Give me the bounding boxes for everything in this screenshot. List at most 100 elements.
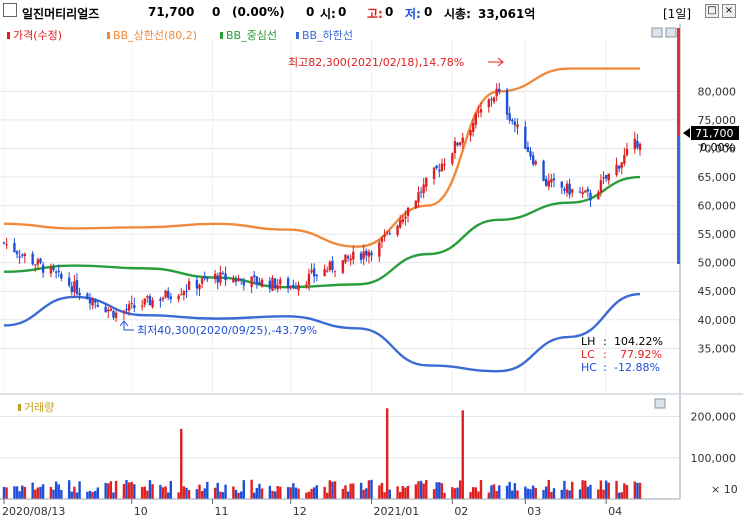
period-selector[interactable]: [1일] bbox=[663, 5, 691, 22]
candle-body bbox=[39, 258, 42, 263]
volume-bar bbox=[255, 487, 259, 499]
volume-bar bbox=[60, 489, 63, 499]
volume-bar bbox=[182, 486, 186, 499]
candle-body bbox=[636, 140, 639, 148]
chart-header: 일진머티리얼즈 71,700 0 (0.00%) 0 시: 0 고: 0 저: … bbox=[0, 0, 743, 25]
volume-bar bbox=[352, 483, 355, 499]
candle-body bbox=[198, 284, 201, 290]
candle-body bbox=[453, 141, 457, 154]
candle-body bbox=[419, 191, 423, 193]
candle-body bbox=[487, 99, 491, 108]
candle-body bbox=[323, 269, 326, 276]
volume-bar bbox=[422, 483, 425, 499]
candle-body bbox=[604, 175, 608, 179]
volume-bar bbox=[326, 492, 329, 499]
candle-body bbox=[133, 304, 136, 308]
candle-body bbox=[550, 179, 553, 183]
price-tick-label: 40,000 bbox=[698, 314, 737, 327]
candle-body bbox=[36, 259, 40, 265]
candle-body bbox=[60, 273, 63, 279]
volume-bar bbox=[206, 481, 209, 499]
close-icon[interactable]: × bbox=[722, 4, 736, 18]
volume-panel-close-icon[interactable] bbox=[654, 398, 666, 409]
candle-body bbox=[260, 279, 264, 287]
volume-bar bbox=[195, 489, 199, 499]
candle-body bbox=[67, 277, 71, 286]
volume-bar bbox=[297, 488, 300, 499]
candle-body bbox=[216, 275, 219, 283]
candle-body bbox=[495, 88, 498, 97]
candle-body bbox=[276, 285, 279, 290]
candle-body bbox=[425, 177, 428, 187]
candle-body bbox=[151, 300, 154, 308]
candle-body bbox=[490, 99, 493, 101]
volume-bar bbox=[260, 488, 264, 499]
candle-body bbox=[458, 142, 462, 145]
candle-body bbox=[96, 304, 100, 307]
price-panel: 가격(수정) BB_상한선(80,2) BB_중심선 BB_하한선 최고82,3… bbox=[0, 24, 680, 394]
volume-bar bbox=[114, 480, 118, 499]
volume-bar bbox=[107, 483, 110, 499]
volume-bar bbox=[232, 486, 235, 499]
candle-body bbox=[589, 192, 592, 201]
price-legend: 가격(수정) BB_상한선(80,2) BB_중심선 BB_하한선 bbox=[7, 28, 353, 42]
candle-body bbox=[258, 282, 261, 285]
candle-body bbox=[333, 270, 337, 272]
volume-bar bbox=[385, 408, 389, 499]
candle-body bbox=[18, 256, 21, 258]
candle-body bbox=[388, 233, 391, 235]
volume-bar bbox=[492, 484, 496, 499]
candle-body bbox=[34, 264, 37, 266]
legend-upper-swatch bbox=[107, 32, 110, 39]
volume-bar bbox=[294, 487, 298, 499]
volume-bar bbox=[563, 480, 566, 499]
volume-bar bbox=[471, 487, 475, 499]
candle-body bbox=[242, 280, 246, 286]
price-axis: 35,000 40,000 45,000 50,000 55,000 60,000 65,0… bbox=[677, 24, 743, 394]
current-price-badge-pct: 0.00% bbox=[700, 141, 735, 154]
candle-body bbox=[385, 231, 389, 233]
candle-body bbox=[547, 180, 550, 187]
candle-body bbox=[234, 279, 238, 282]
volume-bar bbox=[312, 487, 316, 499]
candle-body bbox=[312, 268, 316, 277]
window-checkbox[interactable] bbox=[3, 3, 17, 17]
candle-body bbox=[451, 153, 454, 164]
panel-minimize-icon[interactable] bbox=[651, 27, 663, 38]
candle-body bbox=[542, 160, 545, 181]
date-tick-label: 03 bbox=[527, 505, 541, 518]
candle-body bbox=[438, 169, 441, 172]
candle-body bbox=[344, 254, 347, 263]
lh-value: 104.22% bbox=[614, 335, 663, 348]
candle-body bbox=[578, 191, 582, 193]
candle-body bbox=[328, 261, 332, 271]
volume-bar bbox=[5, 487, 8, 499]
volume-bar bbox=[604, 480, 608, 499]
candle-body bbox=[107, 309, 110, 312]
legend-middle-swatch bbox=[220, 32, 223, 39]
high-annotation-text: 최고82,300(2021/02/18),14.78% bbox=[288, 56, 464, 69]
volume-bar bbox=[250, 479, 253, 499]
volume-bar bbox=[571, 481, 574, 499]
volume-bar bbox=[396, 486, 399, 499]
candle-body bbox=[250, 276, 253, 287]
volume-bar bbox=[49, 487, 53, 499]
volume-bar bbox=[15, 486, 19, 499]
volume-bar bbox=[451, 487, 454, 499]
candle-body bbox=[23, 253, 27, 257]
candle-body bbox=[406, 207, 410, 216]
candle-body bbox=[41, 264, 45, 273]
panel-close-icon[interactable] bbox=[665, 27, 677, 38]
candle-body bbox=[164, 290, 167, 298]
restore-icon[interactable]: □ bbox=[705, 4, 719, 18]
volume-bar bbox=[597, 489, 600, 499]
volume-bar bbox=[276, 485, 279, 499]
price-tick-label: 35,000 bbox=[698, 342, 737, 355]
svg-text::: : bbox=[603, 348, 607, 361]
candle-body bbox=[169, 296, 173, 300]
volume-bar bbox=[602, 489, 605, 499]
candle-body bbox=[232, 278, 235, 283]
volume-tick-label: 200,000 bbox=[691, 411, 737, 424]
volume-bar bbox=[112, 492, 115, 499]
volume-bar bbox=[289, 487, 292, 499]
